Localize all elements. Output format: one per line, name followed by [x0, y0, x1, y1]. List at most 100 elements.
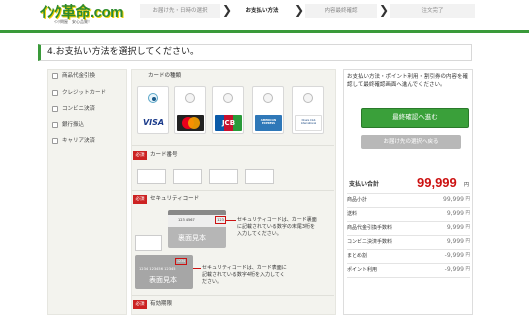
card-sample-code: 123: [215, 216, 226, 224]
payment-option-credit-card[interactable]: クレジットカード: [52, 88, 106, 98]
mastercard-logo: [177, 115, 204, 131]
card-front-sample-image: 1234 123456 12345 1234 表面見本: [135, 255, 193, 289]
payment-option-label: キャリア決済: [62, 137, 96, 144]
checkbox[interactable]: [52, 122, 58, 128]
currency-unit: 円: [464, 182, 470, 188]
currency-unit: 円: [465, 253, 471, 258]
summary-row-value: 99,999: [443, 196, 464, 203]
card-option-jcb[interactable]: JCB: [212, 86, 244, 134]
payment-option-carrier[interactable]: キャリア決済: [52, 136, 95, 146]
amex-logo: AMERICAN EXPRESS: [255, 115, 282, 131]
card-number-label: カード番号: [150, 152, 178, 158]
chevron-right-icon: ❯: [379, 3, 390, 17]
site-logo[interactable]: ｲﾝｸ革命.com ｲﾝｸ問屋 安心品質！: [40, 4, 132, 26]
currency-unit: 円: [465, 211, 471, 216]
summary-row: ポイント利用 -9,999 円: [347, 263, 470, 275]
card-sample-caption: 裏面見本: [178, 234, 206, 242]
step-label: お届け先・日時の選択: [152, 7, 208, 14]
step-confirm: 内容最終確認: [305, 4, 377, 18]
site-header: ｲﾝｸ革命.com ｲﾝｸ問屋 安心品質！ お届け先・日時の選択 ❯ お支払い方…: [0, 0, 529, 28]
card-option-amex[interactable]: AMERICAN EXPRESS: [252, 86, 284, 134]
summary-row-value: -9,999: [444, 266, 464, 273]
divider: [347, 277, 470, 278]
radio-button[interactable]: [303, 93, 313, 103]
required-badge: 必須: [133, 300, 147, 309]
proceed-to-confirm-button[interactable]: 最終確認へ進む: [361, 108, 469, 128]
divider: [132, 145, 334, 146]
summary-row-label: コンビニ決済手数料: [347, 239, 393, 245]
summary-row-label: 送料: [347, 211, 358, 217]
summary-row: 商品代金引換手数料 9,999 円: [347, 221, 470, 233]
jcb-logo: JCB: [215, 115, 242, 131]
security-code-input[interactable]: [135, 235, 162, 251]
visa-logo: VISA: [140, 115, 167, 131]
payment-option-cod[interactable]: 商品代金引換: [52, 71, 95, 81]
required-badge: 必須: [133, 151, 147, 160]
currency-unit: 円: [465, 267, 471, 272]
checkbox[interactable]: [52, 73, 58, 79]
total-label: 支払い合計: [349, 181, 380, 188]
currency-unit: 円: [465, 197, 471, 202]
step-label: 注文完了: [421, 7, 444, 14]
payment-option-convenience-store[interactable]: コンビニ決済: [52, 104, 95, 114]
logo-tagline: ｲﾝｸ問屋 安心品質！: [54, 19, 92, 24]
summary-row-label: 商品小計: [347, 197, 368, 203]
radio-button[interactable]: [148, 93, 158, 103]
radio-button[interactable]: [223, 93, 233, 103]
card-back-sample-image: 123 4567 123 裏面見本: [168, 210, 226, 248]
step-delivery: お届け先・日時の選択: [140, 4, 220, 18]
chevron-right-icon: ❯: [294, 3, 305, 17]
divider: [132, 295, 334, 296]
summary-row-value: 9,999: [446, 224, 464, 231]
back-to-delivery-button[interactable]: お届け先の選択へ戻る: [361, 135, 461, 149]
chevron-right-icon: ❯: [222, 3, 233, 17]
pointer-line: [226, 220, 236, 221]
step-label: お支払い方法: [245, 7, 279, 14]
order-summary-panel: [343, 69, 473, 315]
expiry-label: 有効期限: [150, 301, 173, 307]
summary-row: 商品小計 99,999 円: [347, 193, 470, 205]
payment-option-label: 銀行振込: [62, 121, 85, 128]
checkbox[interactable]: [52, 90, 58, 96]
summary-row-value: 9,999: [446, 210, 464, 217]
payment-option-label: コンビニ決済: [62, 105, 96, 112]
summary-row-label: 商品代金引換手数料: [347, 225, 393, 231]
page-title: 4.お支払い方法を選択してください。: [38, 44, 472, 61]
summary-row-label: ポイント利用: [347, 267, 378, 273]
card-number-input-4[interactable]: [245, 169, 274, 184]
card-type-label: カードの種類: [148, 73, 182, 79]
card-option-mastercard[interactable]: [174, 86, 206, 134]
currency-unit: 円: [465, 225, 471, 230]
payment-option-bank-transfer[interactable]: 銀行振込: [52, 120, 84, 130]
summary-row-value: 9,999: [446, 238, 464, 245]
radio-button[interactable]: [185, 93, 195, 103]
header-divider: [0, 30, 529, 33]
mastercard-icon: [181, 117, 200, 129]
card-sample-number: 123 4567: [178, 218, 195, 222]
payment-option-label: クレジットカード: [62, 89, 107, 96]
security-code-label: セキュリティコード: [150, 196, 200, 202]
card-number-input-2[interactable]: [173, 169, 202, 184]
checkbox[interactable]: [52, 138, 58, 144]
checkbox[interactable]: [52, 106, 58, 112]
card-number-input-3[interactable]: [209, 169, 238, 184]
card-sample-number: 1234 123456 12345: [139, 267, 176, 271]
required-badge: 必須: [133, 195, 147, 204]
summary-row: コンビニ決済手数料 9,999 円: [347, 235, 470, 247]
radio-button[interactable]: [263, 93, 273, 103]
step-payment: お支払い方法: [232, 4, 292, 18]
pointer-line: [193, 268, 201, 269]
summary-row-label: まとめ割: [347, 253, 368, 259]
currency-unit: 円: [465, 239, 471, 244]
card-sample-code: 1234: [175, 258, 187, 265]
card-option-diners[interactable]: Diners Club International: [292, 86, 324, 134]
card-option-visa[interactable]: VISA: [137, 86, 169, 134]
security-code-note-front: セキュリティコードは、カード表面に記載されている数字4桁を入力してください。: [202, 265, 287, 285]
summary-row: 送料 9,999 円: [347, 207, 470, 219]
total-amount: 99,999: [417, 175, 457, 190]
security-code-note-back: セキュリティコードは、カード裏面に記載されている数字の末尾3桁を入力してください…: [237, 217, 317, 237]
card-number-input-1[interactable]: [137, 169, 166, 184]
summary-row: まとめ割 -9,999 円: [347, 249, 470, 261]
diners-logo: Diners Club International: [295, 115, 322, 131]
step-label: 内容最終確認: [324, 7, 358, 14]
